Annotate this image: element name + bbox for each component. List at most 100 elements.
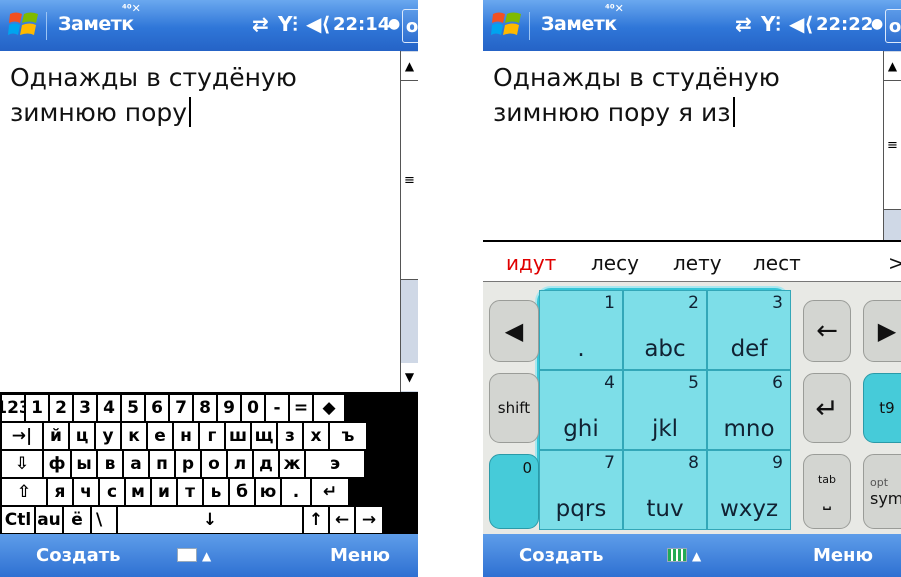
keyboard-key[interactable]: ю — [256, 479, 280, 505]
keyboard-key[interactable]: с — [100, 479, 124, 505]
keypad-key[interactable]: 3 def — [707, 290, 791, 370]
keyboard-key[interactable]: →| — [2, 423, 42, 449]
keyboard-key[interactable]: Ctl — [2, 507, 34, 533]
clock[interactable]: 22:14 — [333, 14, 390, 35]
keyboard-key[interactable]: ч — [74, 479, 98, 505]
keypad-key[interactable]: 6 mno — [707, 370, 791, 450]
scroll-thumb[interactable]: ≡ — [884, 80, 901, 210]
windows-logo-icon[interactable] — [8, 10, 40, 40]
keyboard-key[interactable]: 0 — [242, 395, 264, 421]
keyboard-key[interactable]: ⇩ — [2, 451, 42, 477]
keyboard-key[interactable]: ◆ — [314, 395, 344, 421]
keyboard-key[interactable]: д — [254, 451, 278, 477]
suggestion-word[interactable]: лест — [753, 251, 801, 275]
suggestion-word[interactable]: лесу — [591, 251, 639, 275]
backspace-button[interactable]: ← — [803, 300, 851, 362]
keyboard-key[interactable]: 6 — [146, 395, 168, 421]
symbol-button[interactable]: opt sym — [863, 454, 901, 529]
keyboard-key[interactable]: . — [282, 479, 310, 505]
clock[interactable]: 22:22 — [816, 14, 873, 35]
ok-button[interactable]: ok — [885, 9, 901, 43]
keyboard-key[interactable]: э — [306, 451, 364, 477]
keyboard-key[interactable]: т — [178, 479, 202, 505]
keyboard-key[interactable]: ⇧ — [2, 479, 46, 505]
keyboard-key[interactable]: я — [48, 479, 72, 505]
keyboard-key[interactable]: 1 — [26, 395, 48, 421]
keyboard-key[interactable]: ↓ — [118, 507, 302, 533]
keyboard-key[interactable]: ё — [64, 507, 90, 533]
keyboard-key[interactable]: 4 — [98, 395, 120, 421]
keyboard-key[interactable]: ц — [70, 423, 94, 449]
keyboard-key[interactable]: \ — [92, 507, 116, 533]
create-softkey[interactable]: Создать — [36, 545, 121, 566]
suggestion-word[interactable]: идут — [506, 251, 556, 275]
keyboard-key[interactable]: и — [152, 479, 176, 505]
keyboard-key[interactable]: ← — [330, 507, 354, 533]
keyboard-key[interactable]: ↑ — [304, 507, 328, 533]
windows-logo-icon[interactable] — [491, 10, 523, 40]
enter-button[interactable]: ↵ — [803, 373, 851, 443]
sync-icon[interactable]: ⇄ — [735, 12, 752, 36]
keyboard-key[interactable]: ъ — [330, 423, 366, 449]
vertical-scrollbar[interactable]: ▲ ≡ — [883, 51, 901, 240]
keyboard-key[interactable]: л — [228, 451, 252, 477]
keypad-key[interactable]: 1. — [539, 290, 623, 370]
keyboard-key[interactable]: б — [230, 479, 254, 505]
keyboard-key[interactable]: й — [44, 423, 68, 449]
keyboard-key[interactable]: - — [266, 395, 288, 421]
keypad-key[interactable]: 4 ghi — [539, 370, 623, 450]
shift-button[interactable]: shift — [489, 373, 539, 443]
keyboard-key[interactable]: щ — [252, 423, 276, 449]
ok-button[interactable]: ok — [402, 9, 418, 43]
keyboard-key[interactable]: а — [124, 451, 148, 477]
keyboard-key[interactable]: в — [98, 451, 122, 477]
keyboard-key[interactable]: ы — [72, 451, 96, 477]
keyboard-key[interactable]: 123 — [0, 395, 31, 421]
t9-toggle-button[interactable]: t9 — [863, 373, 901, 443]
keyboard-key[interactable]: 8 — [194, 395, 216, 421]
more-suggestions-button[interactable]: > — [888, 251, 901, 275]
keyboard-key[interactable]: ↵ — [312, 479, 348, 505]
signal-icon[interactable]: Y⫶ — [761, 12, 780, 36]
keyboard-key[interactable]: з — [278, 423, 302, 449]
keyboard-key[interactable]: п — [150, 451, 174, 477]
sync-icon[interactable]: ⇄ — [252, 12, 269, 36]
keyboard-key[interactable]: м — [126, 479, 150, 505]
menu-softkey[interactable]: Меню — [813, 545, 873, 566]
keypad-key[interactable]: 8 tuv — [623, 450, 707, 530]
scroll-up-button[interactable]: ▲ — [884, 52, 901, 80]
keyboard-key[interactable]: 2 — [50, 395, 72, 421]
keypad-key[interactable]: 2 abc — [623, 290, 707, 370]
keypad-key[interactable]: 9 wxyz — [707, 450, 791, 530]
keyboard-key[interactable]: х — [304, 423, 328, 449]
keyboard-key[interactable]: к — [122, 423, 146, 449]
keyboard-key[interactable]: 9 — [218, 395, 240, 421]
keyboard-key[interactable]: → — [356, 507, 382, 533]
keypad-key[interactable]: 7 pqrs — [539, 450, 623, 530]
keyboard-key[interactable]: е — [148, 423, 172, 449]
scroll-up-button[interactable]: ▲ — [401, 52, 418, 80]
scroll-thumb[interactable]: ≡ — [401, 80, 418, 280]
speaker-icon[interactable]: ◀⟨ — [789, 12, 814, 36]
keyboard-key[interactable]: н — [174, 423, 198, 449]
keyboard-key[interactable]: ь — [204, 479, 228, 505]
keyboard-key[interactable]: г — [200, 423, 224, 449]
speaker-icon[interactable]: ◀⟨ — [306, 12, 331, 36]
right-arrow-button[interactable]: ▶ — [863, 300, 901, 362]
scroll-down-button[interactable]: ▼ — [401, 363, 418, 391]
keyboard-key[interactable]: о — [202, 451, 226, 477]
keypad-icon[interactable] — [667, 548, 687, 562]
keyboard-icon[interactable] — [177, 548, 197, 562]
note-editor[interactable]: Однажды в студёную зимнюю пору — [10, 60, 297, 130]
keyboard-key[interactable]: р — [176, 451, 200, 477]
zero-key[interactable]: 0 — [489, 454, 539, 529]
create-softkey[interactable]: Создать — [519, 545, 604, 566]
input-method-arrow-icon[interactable]: ▲ — [692, 549, 701, 563]
left-arrow-button[interactable]: ◀ — [489, 300, 539, 362]
keypad-key[interactable]: 5 jkl — [623, 370, 707, 450]
keyboard-key[interactable]: = — [290, 395, 312, 421]
keyboard-key[interactable]: 5 — [122, 395, 144, 421]
keyboard-key[interactable]: ш — [226, 423, 250, 449]
vertical-scrollbar[interactable]: ▲ ≡ ▼ — [400, 51, 418, 392]
keyboard-key[interactable]: у — [96, 423, 120, 449]
